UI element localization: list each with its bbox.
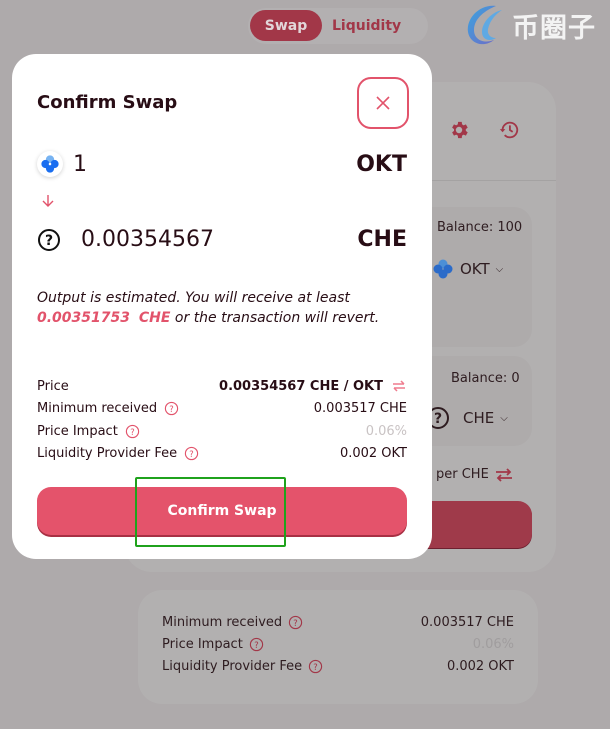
detail-value: 0.002 OKT xyxy=(446,659,514,674)
from-amount: 1 xyxy=(73,151,87,177)
rate-text: per CHE xyxy=(436,467,513,482)
price-impact-value: 0.06% xyxy=(365,423,407,439)
unknown-token-icon: ? xyxy=(38,228,60,251)
tab-liquidity[interactable]: Liquidity xyxy=(332,10,401,41)
brand-watermark: 币圈子 xyxy=(462,2,596,48)
estimate-min-amount: 0.00351753 xyxy=(37,310,130,326)
help-icon[interactable]: ? xyxy=(184,446,199,461)
from-token-symbol: OKT xyxy=(460,260,490,278)
price-impact-label: Price Impact xyxy=(37,423,118,439)
minimum-received-label: Minimum received xyxy=(37,400,158,416)
detail-value: 0.003517 CHE xyxy=(420,615,514,630)
price-value: 0.00354567 CHE / OKT xyxy=(219,378,383,394)
to-symbol: CHE xyxy=(357,227,407,252)
help-icon[interactable]: ? xyxy=(288,615,303,630)
detail-row: Minimum received ? 0.003517 CHE xyxy=(162,615,514,630)
confirm-swap-button[interactable]: Confirm Swap xyxy=(37,487,407,535)
tab-swap[interactable]: Swap xyxy=(250,10,322,41)
rate-label: per CHE xyxy=(436,467,489,482)
close-icon xyxy=(376,96,390,110)
arrow-down-icon xyxy=(42,195,54,207)
estimate-min-symbol: CHE xyxy=(138,310,171,326)
from-balance: Balance: 100 xyxy=(437,220,523,235)
brand-logo-icon xyxy=(467,5,502,45)
okt-token-icon xyxy=(433,259,453,279)
svg-text:?: ? xyxy=(45,233,53,249)
from-symbol: OKT xyxy=(356,151,407,177)
detail-label: Price Impact xyxy=(162,637,243,652)
price-row: Price 0.00354567 CHE / OKT xyxy=(37,376,407,396)
modal-title: Confirm Swap xyxy=(37,92,178,113)
svg-text:?: ? xyxy=(313,662,317,672)
minimum-received-value: 0.003517 CHE xyxy=(313,400,407,416)
to-token-symbol: CHE xyxy=(463,409,495,427)
okt-token-icon xyxy=(37,151,63,177)
svg-text:?: ? xyxy=(130,426,134,436)
svg-text:?: ? xyxy=(434,411,442,427)
from-token-row: 1 OKT xyxy=(37,151,407,177)
svg-text:?: ? xyxy=(169,403,173,413)
estimate-suffix: or the transaction will revert. xyxy=(170,310,380,326)
svg-text:?: ? xyxy=(254,640,258,650)
invert-price-icon[interactable] xyxy=(391,379,407,393)
from-token-select[interactable]: OKT ⌵ xyxy=(432,258,503,280)
chevron-down-icon: ⌵ xyxy=(500,412,508,424)
close-button[interactable] xyxy=(357,77,409,129)
chevron-down-icon: ⌵ xyxy=(495,263,504,275)
minimum-received-row: Minimum received ? 0.003517 CHE xyxy=(37,398,407,418)
svg-text:?: ? xyxy=(189,448,193,458)
to-amount: 0.00354567 xyxy=(81,227,214,252)
help-icon[interactable]: ? xyxy=(164,401,179,416)
detail-row: Price Impact ? 0.06% xyxy=(162,637,514,652)
svg-text:?: ? xyxy=(293,618,297,628)
estimate-notice: Output is estimated. You will receive at… xyxy=(37,288,397,328)
detail-label: Minimum received xyxy=(162,615,283,630)
lp-fee-label: Liquidity Provider Fee xyxy=(37,445,178,461)
help-icon[interactable]: ? xyxy=(249,637,264,652)
swap-direction-icon[interactable] xyxy=(495,467,513,482)
to-token-select[interactable]: CHE ⌵ xyxy=(463,409,508,427)
help-icon[interactable]: ? xyxy=(125,424,140,439)
brand-text: 币圈子 xyxy=(512,12,596,44)
detail-row: Liquidity Provider Fee ? 0.002 OKT xyxy=(162,659,514,674)
to-token-row: ? 0.00354567 CHE xyxy=(37,227,407,252)
price-label: Price xyxy=(37,378,69,394)
history-icon[interactable] xyxy=(497,119,521,141)
lp-fee-row: Liquidity Provider Fee ? 0.002 OKT xyxy=(37,443,407,463)
help-icon[interactable]: ? xyxy=(308,659,323,674)
detail-value: 0.06% xyxy=(472,637,514,652)
lp-fee-value: 0.002 OKT xyxy=(339,445,407,461)
detail-label: Liquidity Provider Fee xyxy=(162,659,303,674)
to-balance: Balance: 0 xyxy=(451,371,520,386)
gear-icon[interactable] xyxy=(448,119,470,141)
estimate-prefix: Output is estimated. You will receive at… xyxy=(37,290,350,306)
price-impact-row: Price Impact ? 0.06% xyxy=(37,421,407,441)
